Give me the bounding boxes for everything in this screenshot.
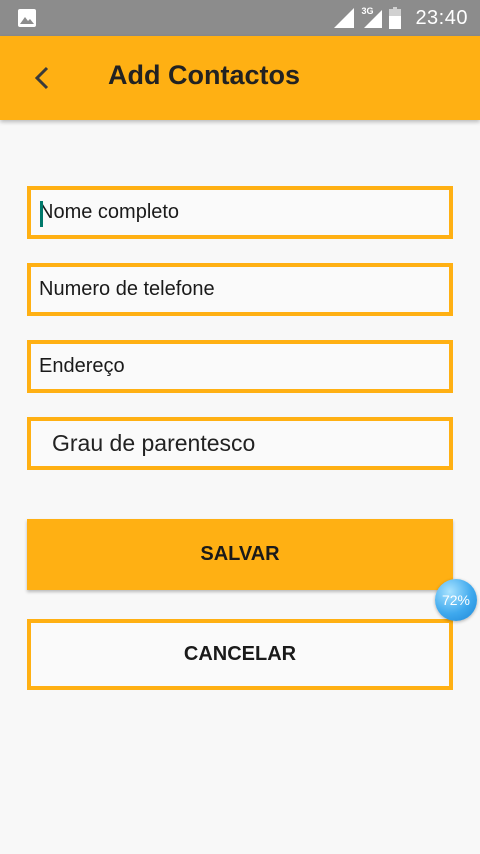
status-bar: 3G 23:40 bbox=[0, 0, 480, 36]
address-input[interactable] bbox=[31, 344, 449, 389]
full-name-field[interactable] bbox=[27, 186, 453, 239]
phone-input[interactable] bbox=[31, 267, 449, 312]
battery-icon bbox=[389, 7, 402, 29]
page-title: Add Contactos bbox=[108, 60, 300, 90]
relationship-select[interactable]: Grau de parentesco bbox=[27, 417, 453, 470]
mobile-data-signal-icon: 3G bbox=[361, 6, 383, 29]
memory-boost-bubble[interactable]: 72% bbox=[435, 579, 477, 621]
relationship-select-value: Grau de parentesco bbox=[52, 430, 256, 456]
save-button[interactable]: SALVAR bbox=[27, 519, 453, 590]
signal-icon bbox=[333, 7, 355, 29]
back-button[interactable] bbox=[22, 58, 62, 98]
chevron-left-icon bbox=[34, 66, 49, 90]
app-bar: Add Contactos bbox=[0, 36, 480, 120]
network-type-label: 3G bbox=[361, 6, 374, 16]
text-cursor bbox=[40, 201, 43, 227]
address-field[interactable] bbox=[27, 340, 453, 393]
status-clock: 23:40 bbox=[415, 6, 468, 29]
cancel-button[interactable]: CANCELAR bbox=[27, 619, 453, 690]
status-icons: 3G 23:40 bbox=[333, 0, 468, 36]
full-name-input[interactable] bbox=[31, 190, 449, 235]
phone-field[interactable] bbox=[27, 263, 453, 316]
gallery-notification-icon bbox=[17, 8, 37, 28]
